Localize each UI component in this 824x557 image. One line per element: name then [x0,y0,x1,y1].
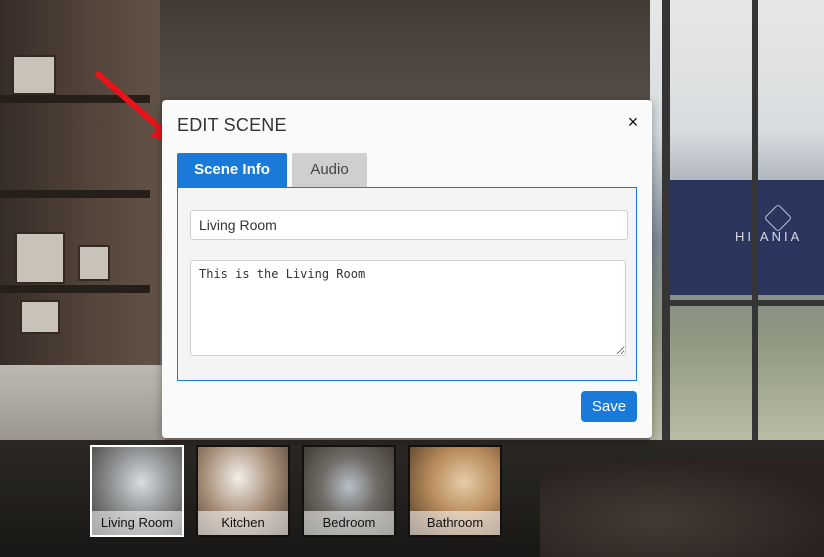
scene-strip: Living Room Kitchen Bedroom Bathroom [90,445,502,537]
scene-thumb-label: Kitchen [198,511,288,535]
modal-tabs: Scene Info Audio [177,153,367,187]
tab-audio[interactable]: Audio [292,153,367,187]
scene-thumb-living-room[interactable]: Living Room [90,445,184,537]
save-button[interactable]: Save [581,391,637,422]
scene-thumb-kitchen[interactable]: Kitchen [196,445,290,537]
scene-thumb-label: Bathroom [410,511,500,535]
scene-thumb-bathroom[interactable]: Bathroom [408,445,502,537]
tab-scene-info[interactable]: Scene Info [177,153,287,187]
scene-info-panel: This is the Living Room [177,187,637,381]
edit-scene-modal: EDIT SCENE × Scene Info Audio This is th… [162,100,652,438]
close-icon: × [627,112,639,132]
modal-title: EDIT SCENE [177,115,287,135]
scene-thumb-label: Living Room [92,511,182,535]
scene-thumb-bedroom[interactable]: Bedroom [302,445,396,537]
scene-thumb-label: Bedroom [304,511,394,535]
close-button[interactable]: × [624,113,642,131]
scene-name-input[interactable] [190,210,628,240]
scene-description-textarea[interactable]: This is the Living Room [190,260,626,356]
